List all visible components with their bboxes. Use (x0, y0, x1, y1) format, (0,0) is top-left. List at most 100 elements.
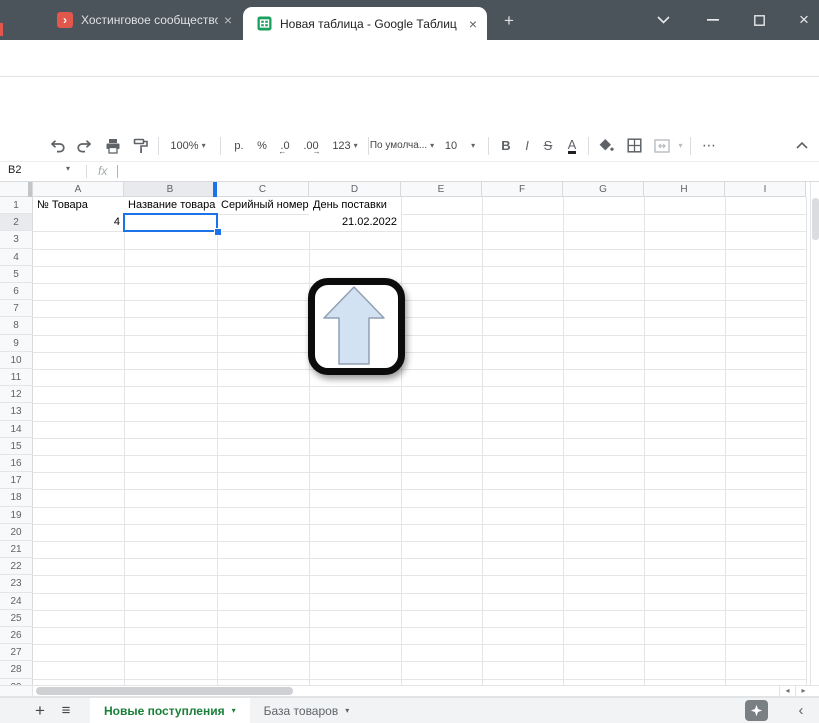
more-toolbar-button[interactable]: ⋯ (694, 130, 724, 161)
sheet-tab-label: База товаров (264, 704, 339, 718)
row-header-6[interactable]: 6 (0, 283, 33, 300)
name-box[interactable]: B2 (8, 164, 21, 176)
strikethrough-button[interactable]: S (536, 130, 560, 161)
new-tab-button[interactable]: + (498, 10, 520, 32)
row-header-4[interactable]: 4 (0, 249, 33, 266)
scroll-right-icon[interactable]: ▸ (795, 686, 811, 696)
row-header-21[interactable]: 21 (0, 541, 33, 558)
browser-tab-sheets[interactable]: Новая таблица - Google Таблиц × (243, 7, 487, 40)
sheet-tab-chevron-icon[interactable]: ▾ (232, 706, 236, 715)
close-window-icon[interactable]: × (789, 0, 819, 40)
gridline-vertical (482, 197, 483, 685)
row-header-23[interactable]: 23 (0, 575, 33, 592)
up-arrow-icon (315, 285, 398, 368)
horizontal-scrollbar-thumb[interactable] (36, 687, 293, 695)
fill-handle[interactable] (214, 228, 222, 236)
row-header-16[interactable]: 16 (0, 455, 33, 472)
explore-button[interactable] (745, 700, 768, 721)
row-header-25[interactable]: 25 (0, 610, 33, 627)
cell-C1[interactable]: Серийный номер (217, 197, 309, 214)
row-header-9[interactable]: 9 (0, 335, 33, 352)
column-header-A[interactable]: A (33, 182, 124, 197)
font-select[interactable]: По умолча...▾ (372, 130, 432, 161)
row-header-8[interactable]: 8 (0, 317, 33, 334)
row-header-18[interactable]: 18 (0, 489, 33, 506)
decrease-decimal-button[interactable]: .0← (272, 130, 298, 161)
column-header-D[interactable]: D (309, 182, 401, 197)
row-header-3[interactable]: 3 (0, 231, 33, 248)
row-header-11[interactable]: 11 (0, 369, 33, 386)
row-header-19[interactable]: 19 (0, 507, 33, 524)
column-header-I[interactable]: I (725, 182, 806, 197)
row-header-12[interactable]: 12 (0, 386, 33, 403)
row-header-10[interactable]: 10 (0, 352, 33, 369)
horizontal-scrollbar[interactable]: ◂ ▸ (0, 685, 819, 697)
cell-A1[interactable]: № Товара (33, 197, 124, 214)
zoom-select[interactable]: 100%▾ (164, 130, 212, 161)
borders-icon[interactable] (621, 130, 647, 161)
gridline-horizontal (33, 644, 806, 645)
row-header-26[interactable]: 26 (0, 627, 33, 644)
percent-format-button[interactable]: % (250, 130, 274, 161)
row-header-7[interactable]: 7 (0, 300, 33, 317)
cell-B1[interactable]: Название товара (124, 197, 217, 214)
row-header-1[interactable]: 1 (0, 197, 33, 214)
vertical-scrollbar[interactable] (810, 182, 819, 685)
italic-button[interactable]: I (516, 130, 538, 161)
vertical-scrollbar-thumb[interactable] (812, 198, 819, 240)
currency-format-button[interactable]: р. (226, 130, 252, 161)
font-size-select[interactable]: 10▾ (438, 130, 482, 161)
column-header-E[interactable]: E (401, 182, 482, 197)
sheet-tab-chevron-icon[interactable]: ▾ (345, 706, 349, 715)
name-box-chevron-icon[interactable]: ▾ (66, 164, 70, 173)
increase-decimal-button[interactable]: .00→ (296, 130, 326, 161)
close-tab-icon[interactable]: × (224, 13, 232, 27)
row-header-22[interactable]: 22 (0, 558, 33, 575)
more-formats-button[interactable]: 123▾ (326, 130, 364, 161)
text-color-button[interactable]: A (560, 130, 584, 161)
row-header-17[interactable]: 17 (0, 472, 33, 489)
sheet-tab-База товаров[interactable]: База товаров ▾ (250, 698, 364, 723)
column-header-C[interactable]: C (217, 182, 309, 197)
scroll-left-icon[interactable]: ◂ (779, 686, 795, 696)
cell-D2[interactable]: 21.02.2022 (309, 214, 401, 231)
close-tab-icon[interactable]: × (469, 17, 477, 31)
print-icon[interactable] (100, 130, 126, 161)
row-header-5[interactable]: 5 (0, 266, 33, 283)
merge-options-chevron-icon[interactable]: ▾ (672, 130, 686, 161)
redo-icon[interactable] (72, 130, 98, 161)
row-header-15[interactable]: 15 (0, 438, 33, 455)
gridline-horizontal (33, 627, 806, 628)
row-header-2[interactable]: 2 (0, 214, 33, 231)
add-sheet-button[interactable]: + (28, 698, 52, 723)
column-header-G[interactable]: G (563, 182, 644, 197)
expand-panel-chevron-icon[interactable]: ‹ (791, 698, 811, 723)
gridline-horizontal (33, 438, 806, 439)
row-header-24[interactable]: 24 (0, 593, 33, 610)
column-header-B[interactable]: B (124, 182, 217, 197)
cell-A2[interactable]: 4 (33, 214, 124, 231)
formula-input-cursor[interactable] (117, 165, 118, 178)
cell-D1[interactable]: День поставки (309, 197, 401, 214)
column-header-H[interactable]: H (644, 182, 725, 197)
fill-color-icon[interactable] (593, 130, 619, 161)
row-header-20[interactable]: 20 (0, 524, 33, 541)
maximize-window-icon[interactable] (744, 0, 774, 40)
row-header-27[interactable]: 27 (0, 644, 33, 661)
sheet-tab-Новые поступления[interactable]: Новые поступления▾ (90, 698, 250, 723)
row-header-13[interactable]: 13 (0, 403, 33, 420)
minimize-window-icon[interactable] (698, 0, 728, 40)
browser-tab-hosting[interactable]: › Хостинговое сообщество «Time × (44, 0, 242, 40)
active-cell-outline[interactable] (123, 213, 218, 232)
bold-button[interactable]: B (494, 130, 518, 161)
column-header-F[interactable]: F (482, 182, 563, 197)
paint-format-icon[interactable] (128, 130, 154, 161)
undo-icon[interactable] (44, 130, 70, 161)
tab-search-icon[interactable] (648, 0, 678, 40)
all-sheets-menu-icon[interactable]: ≡ (54, 698, 78, 723)
sheet-tabs: Новые поступления▾ База товаров ▾ (90, 698, 363, 723)
row-header-28[interactable]: 28 (0, 661, 33, 678)
row-header-14[interactable]: 14 (0, 421, 33, 438)
collapse-toolbar-icon[interactable] (790, 130, 814, 161)
spreadsheet-grid[interactable]: ABCDEFGHI1234567891011121314151617181920… (0, 182, 819, 685)
